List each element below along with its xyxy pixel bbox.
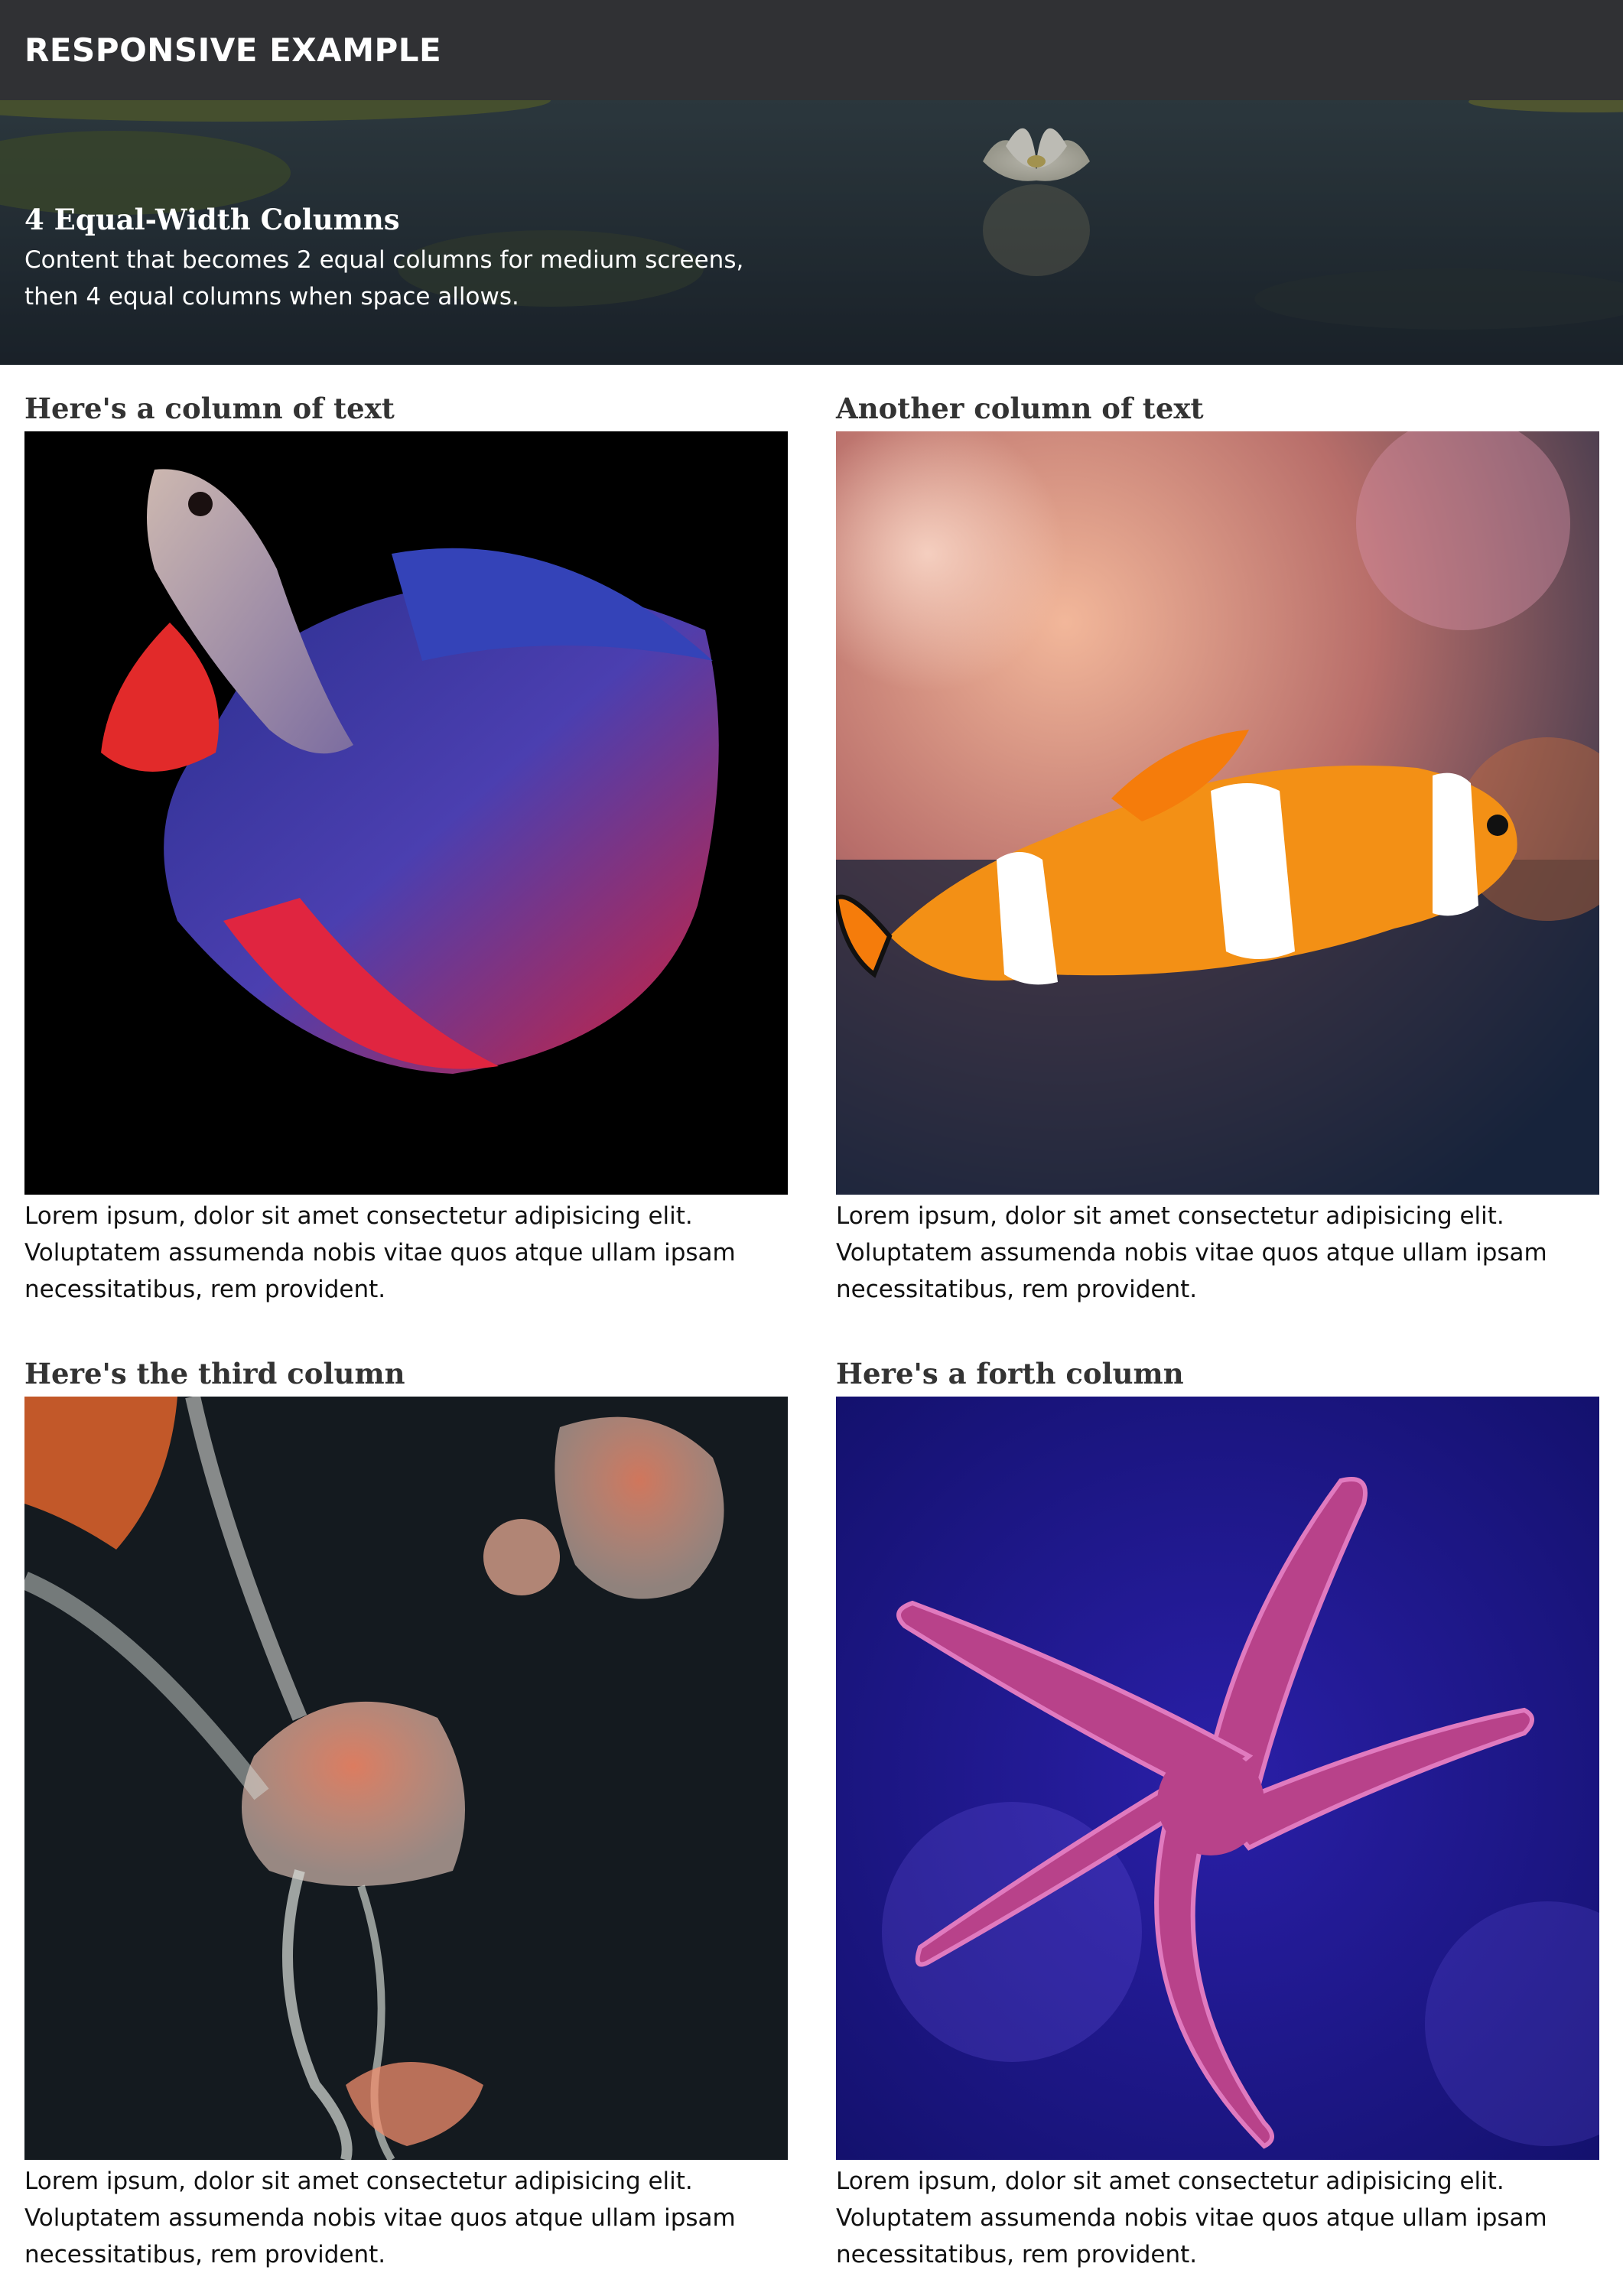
column-text: Lorem ipsum, dolor sit amet consectetur … <box>836 2168 1547 2268</box>
column-card-3: Here's the third column Lorem ipsum, dol… <box>24 1352 788 2270</box>
column-title: Here's the third column <box>24 1357 405 1390</box>
column-text: Lorem ipsum, dolor sit amet consectetur … <box>24 2168 736 2268</box>
column-text: Lorem ipsum, dolor sit amet consectetur … <box>836 1202 1547 1303</box>
hero-title: 4 Equal-Width Columns <box>24 203 400 236</box>
betta-fish-image <box>24 431 788 1195</box>
column-title: Here's a forth column <box>836 1357 1184 1390</box>
hero-banner: 4 Equal-Width Columns Content that becom… <box>0 100 1623 365</box>
top-bar: RESPONSIVE EXAMPLE <box>0 0 1623 100</box>
column-title: Here's a column of text <box>24 392 395 425</box>
column-text: Lorem ipsum, dolor sit amet consectetur … <box>24 1202 736 1303</box>
hero-description: Content that becomes 2 equal columns for… <box>24 246 744 311</box>
column-card-2: Another column of text Lorem ipsum, dolo… <box>836 387 1599 1305</box>
column-card-4: Here's a forth column Lorem ipsum, dolor… <box>836 1352 1599 2270</box>
site-title[interactable]: RESPONSIVE EXAMPLE <box>24 29 441 72</box>
clownfish-image <box>836 431 1599 1195</box>
starfish-image <box>836 1397 1599 2160</box>
column-title: Another column of text <box>836 392 1204 425</box>
column-card-1: Here's a column of text Lorem ipsum, dol… <box>24 387 788 1305</box>
jellyfish-image <box>24 1397 788 2160</box>
